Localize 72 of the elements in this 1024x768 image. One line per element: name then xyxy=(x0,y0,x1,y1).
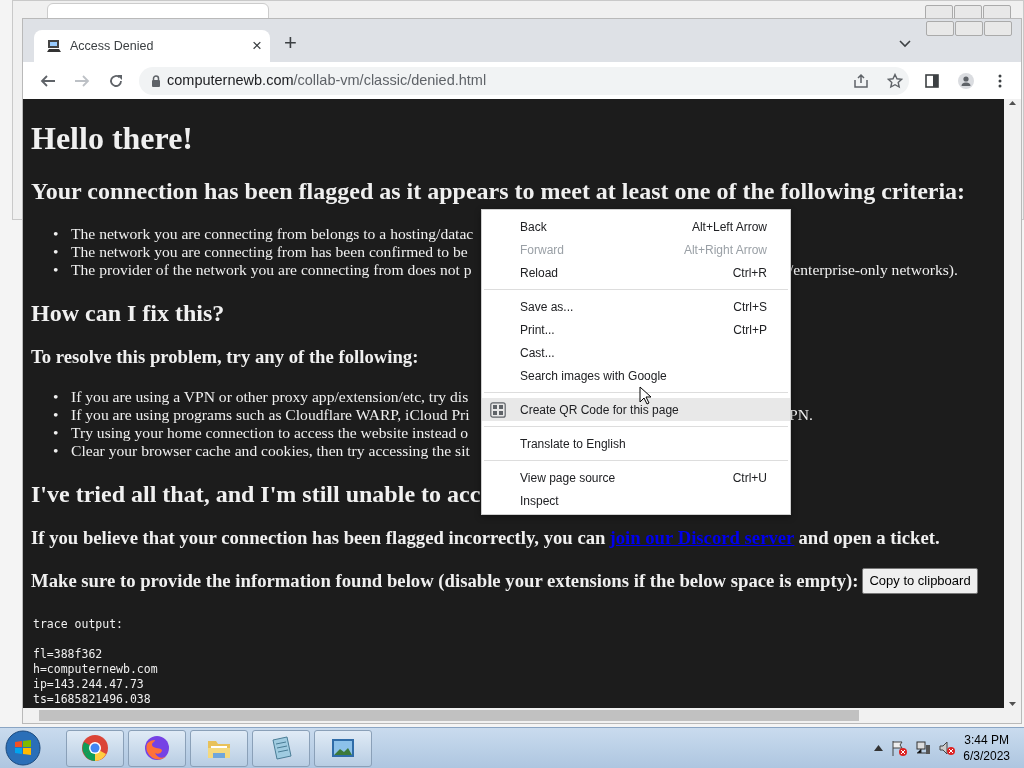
menu-item[interactable]: Translate to English xyxy=(482,432,790,455)
computer-icon xyxy=(46,38,62,54)
list-item-text: PN. xyxy=(789,406,813,424)
reload-icon xyxy=(108,72,124,89)
paragraph-text: Make sure to provide the information found below (disable your extensions if the below space is empty): xyxy=(31,570,859,592)
url-text: computernewb.com/collab-vm/classic/denied.html xyxy=(167,70,488,90)
chrome-icon xyxy=(81,734,109,762)
taskbar-button[interactable] xyxy=(252,729,310,767)
list-item-text: The network you are connecting from has been confirmed to be xyxy=(71,243,469,261)
trace-line: fl=388f362 xyxy=(33,647,104,662)
list-item-text: If you are using a VPN or other proxy app/extension/etc, try dis xyxy=(71,388,470,406)
taskbar-button[interactable] xyxy=(314,729,372,767)
list-item-text: The network you are connecting from belongs to a hosting/datac xyxy=(71,225,475,243)
paragraph-text: If you believe that your connection has been flagged incorrectly, you can xyxy=(31,527,606,549)
list-item-text: Clear your browser cache and cookies, then try accessing the sit xyxy=(71,442,471,460)
bullet: • xyxy=(53,442,60,460)
trace-line: ts=1685821496.038 xyxy=(33,692,152,707)
bullet: • xyxy=(53,261,60,279)
forward-icon xyxy=(74,72,90,89)
menu-item[interactable]: Back Alt+Left Arrow xyxy=(482,215,790,238)
list-item-text: /enterprise-only networks). xyxy=(789,261,958,279)
menu-item[interactable]: Create QR Code for this page xyxy=(482,398,790,421)
browser-tab[interactable]: Access Denied × xyxy=(34,30,270,62)
section-heading: How can I fix this? xyxy=(31,299,225,327)
flag-icon[interactable] xyxy=(891,740,908,756)
bullet: • xyxy=(53,406,60,424)
tab-title: Access Denied xyxy=(70,37,155,55)
menu-item[interactable]: Inspect xyxy=(482,489,790,512)
back-icon xyxy=(40,72,56,89)
lock-icon xyxy=(151,74,161,87)
volume-muted-icon[interactable] xyxy=(939,740,956,756)
copy-button[interactable]: Copy to clipboard xyxy=(862,568,978,594)
trace-heading: trace output: xyxy=(33,617,124,632)
bullet: • xyxy=(53,243,60,261)
address-bar[interactable]: computernewb.com/collab-vm/classic/denied.html xyxy=(139,66,909,95)
profile-icon xyxy=(958,72,974,89)
clock-date: 6/3/2023 xyxy=(963,748,1010,764)
network-icon[interactable] xyxy=(915,740,932,756)
share-icon[interactable] xyxy=(853,72,869,89)
menu-item[interactable]: Reload Ctrl+R xyxy=(482,261,790,284)
bullet: • xyxy=(53,388,60,406)
chevron-icon[interactable] xyxy=(899,40,911,48)
section-heading: Your connection has been flagged as it appears to meet at least one of the following criteria: xyxy=(31,177,966,205)
mouse-cursor-icon xyxy=(639,386,652,405)
subheading: To resolve this problem, try any of the following: xyxy=(31,346,419,368)
list-item-text: The provider of the network you are connecting from does not p xyxy=(71,261,473,279)
bullet: • xyxy=(53,225,60,243)
new-tab-button[interactable]: + xyxy=(284,26,297,59)
trace-line: h=computernewb.com xyxy=(33,662,159,677)
section-heading: I've tried all that, and I'm still unable to acc xyxy=(31,480,481,508)
qr-code-icon xyxy=(490,402,506,418)
bullet: • xyxy=(53,424,60,442)
start-button[interactable] xyxy=(4,729,42,767)
clock-time: 3:44 PM xyxy=(963,732,1010,748)
chevron-up-icon[interactable] xyxy=(874,745,884,751)
menu-item[interactable]: Cast... xyxy=(482,341,790,364)
menu-item[interactable]: Save as... Ctrl+S xyxy=(482,295,790,318)
side-panel-icon xyxy=(924,72,940,89)
scroll-down-icon[interactable] xyxy=(1008,699,1017,708)
star-icon[interactable] xyxy=(887,72,903,89)
menu-item[interactable]: Print... Ctrl+P xyxy=(482,318,790,341)
menu-item[interactable]: View page source Ctrl+U xyxy=(482,466,790,489)
close-button[interactable]: × xyxy=(252,33,262,59)
menu-item[interactable]: Search images with Google xyxy=(482,364,790,387)
firefox-icon xyxy=(143,734,171,762)
paragraph-text: and open a ticket. xyxy=(798,527,940,549)
taskbar-button[interactable] xyxy=(66,729,124,767)
page-heading: Hello there! xyxy=(31,120,194,157)
list-item-text: If you are using programs such as Cloudflare WARP, iCloud Pri xyxy=(71,406,471,424)
list-item-text: Try using your home connection to access the website instead o xyxy=(71,424,469,442)
taskbar-button[interactable] xyxy=(128,729,186,767)
trace-line: ip=143.244.47.73 xyxy=(33,677,145,692)
